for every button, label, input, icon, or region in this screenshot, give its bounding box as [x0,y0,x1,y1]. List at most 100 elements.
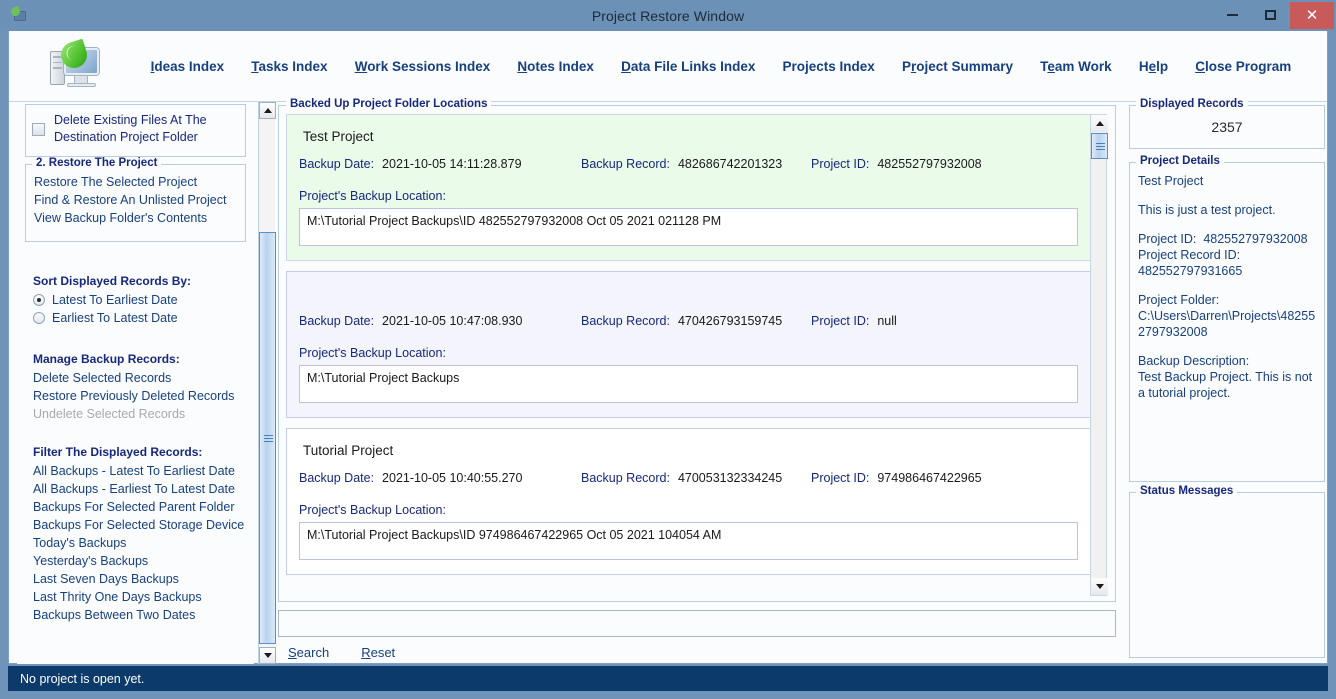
backup-location-value[interactable]: M:\Tutorial Project Backups\ID 482552797… [299,208,1078,246]
backup-date-label: Backup Date: [299,471,375,485]
manage-heading: Manage Backup Records: [33,352,180,366]
maximize-icon [1264,10,1276,20]
records-scroll-thumb[interactable] [1091,133,1108,159]
center-panel: Backed Up Project Folder Locations Test … [274,98,1120,664]
records-list: Test Project Backup Date: 2021-10-05 14:11… [286,114,1091,596]
backup-record-value: 470426793159745 [677,314,783,328]
delete-existing-files-checkbox[interactable] [32,122,45,136]
filter-link-5[interactable]: Yesterday's Backups [25,552,244,570]
backup-record-label: Backup Record: [581,314,670,328]
search-actions: Search Reset [288,645,395,660]
filter-link-1[interactable]: All Backups - Earliest To Latest Date [25,480,244,498]
client-area: Ideas Index Tasks Index Work Sessions Inde… [8,31,1328,664]
details-project-id: Project ID: 482552797932008 [1138,232,1308,246]
sort-radio-1[interactable] [33,312,45,324]
sort-heading: Sort Displayed Records By: [33,274,192,288]
scroll-grip-icon [1096,143,1105,152]
sidebar-content: Delete Existing Files At The Destination… [17,102,254,664]
restore-link-2[interactable]: View Backup Folder's Contents [26,209,245,227]
manage-link-2: Undelete Selected Records [33,407,186,421]
backup-location-value[interactable]: M:\Tutorial Project Backups\ID 974986467… [299,522,1078,560]
backup-date-value: 2021-10-05 10:47:08.930 [382,314,523,328]
sort-option-1[interactable]: Earliest To Latest Date [25,309,191,327]
sidebar-scrollbar[interactable] [258,102,276,664]
project-id-value: 974986467422965 [877,471,982,485]
project-id-label: Project ID: [811,157,870,171]
computer-leaf-icon [47,38,103,91]
project-id-label: Project ID: [811,314,870,328]
backup-location-value[interactable]: M:\Tutorial Project Backups [299,365,1078,403]
menu-item-6[interactable]: Project Summary [902,55,1013,78]
filter-link-3[interactable]: Backups For Selected Storage Device [25,516,244,534]
search-button[interactable]: Search [288,645,329,660]
project-details-legend: Project Details [1136,155,1224,167]
menu-items: Ideas Index Tasks Index Work Sessions Inde… [103,55,1327,78]
minimize-button[interactable] [1214,2,1250,28]
menu-item-0[interactable]: Ideas Index [151,55,225,78]
menu-item-7[interactable]: Team Work [1040,55,1112,78]
records-scrollbar[interactable] [1090,114,1108,596]
project-id-value: null [877,314,897,328]
backup-location-label: Project's Backup Location: [299,503,446,517]
search-input[interactable] [278,610,1116,637]
menu-item-3[interactable]: Notes Index [517,55,594,78]
window-title: Project Restore Window [591,7,745,24]
records-scroll-down-button[interactable] [1091,578,1108,595]
filter-link-7[interactable]: Last Thrity One Days Backups [25,588,244,606]
menu-item-4[interactable]: Data File Links Index [621,55,755,78]
window-app-icon [9,5,28,25]
delete-existing-files-checkbox-row[interactable]: Delete Existing Files At The Destination… [26,105,245,146]
backup-location-label: Project's Backup Location: [299,189,446,203]
main-body: Delete Existing Files At The Destination… [9,98,1329,664]
manage-link-0[interactable]: Delete Selected Records [25,369,234,387]
record-card[interactable]: Test Project Backup Date: 2021-10-05 14:11… [286,114,1091,261]
filter-link-4[interactable]: Today's Backups [25,534,244,552]
filter-heading: Filter The Displayed Records: [33,445,203,459]
delete-existing-files-group: Delete Existing Files At The Destination… [25,104,246,157]
manage-section: Manage Backup Records: Delete Selected R… [25,350,234,423]
sort-section: Sort Displayed Records By: Latest To Ear… [25,272,191,327]
menu-item-9[interactable]: Close Program [1195,55,1291,78]
menu-bar: Ideas Index Tasks Index Work Sessions Inde… [9,31,1327,102]
close-button[interactable]: ✕ [1290,2,1334,29]
menu-item-1[interactable]: Tasks Index [251,55,327,78]
project-id-label: Project ID: [811,471,870,485]
maximize-button[interactable] [1252,2,1288,28]
filter-link-2[interactable]: Backups For Selected Parent Folder [25,498,244,516]
backed-up-locations-legend: Backed Up Project Folder Locations [286,98,492,110]
record-title [299,280,1078,310]
records-scroll-up-button[interactable] [1091,115,1108,132]
triangle-down-icon [1095,584,1104,589]
restore-link-1[interactable]: Find & Restore An Unlisted Project [26,191,245,209]
manage-links: Delete Selected Records Restore Previousl… [25,369,234,423]
details-project-folder-line2: 2797932008 [1138,325,1208,339]
scroll-grip-icon [264,435,273,444]
status-bar-message: No project is open yet. [20,671,145,686]
menu-item-2[interactable]: Work Sessions Index [355,55,491,78]
menu-item-8[interactable]: Help [1139,55,1168,78]
menu-item-5[interactable]: Projects Index [783,55,875,78]
filter-link-8[interactable]: Backups Between Two Dates [25,606,244,624]
details-backup-desc-line1: Test Backup Project. This is not [1138,370,1313,384]
filter-link-0[interactable]: All Backups - Latest To Earliest Date [25,462,244,480]
sort-option-0[interactable]: Latest To Earliest Date [25,291,191,309]
right-panel: Displayed Records 2357 Project Details T… [1121,98,1329,664]
details-project-name: Test Project [1138,174,1204,188]
record-card[interactable]: Tutorial Project Backup Date: 2021-10-05 1… [286,428,1091,575]
restore-link-0[interactable]: Restore The Selected Project [26,173,245,191]
restore-project-legend: 2. Restore The Project [32,157,162,169]
record-title: Test Project [303,129,374,144]
details-backup-desc-line2: a tutorial project. [1138,386,1231,400]
minimize-icon [1226,14,1238,16]
reset-button[interactable]: Reset [361,645,395,660]
sort-radio-0[interactable] [33,294,45,306]
left-sidebar: Delete Existing Files At The Destination… [17,102,276,664]
backup-location-label: Project's Backup Location: [299,346,446,360]
filter-link-6[interactable]: Last Seven Days Backups [25,570,244,588]
sort-option-label-1: Earliest To Latest Date [52,311,178,325]
application-window: Project Restore Window ✕ Ideas Index Task… [0,0,1336,699]
close-icon: ✕ [1305,7,1319,24]
triangle-up-icon [1095,121,1104,126]
manage-link-1[interactable]: Restore Previously Deleted Records [25,387,234,405]
record-card[interactable]: Backup Date: 2021-10-05 10:47:08.930 Backu… [286,271,1091,418]
